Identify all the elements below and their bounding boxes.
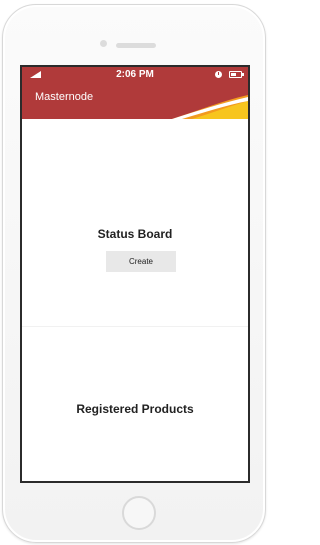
device-stage: 2:06 PM Masternode Status Board Create R… (0, 0, 269, 545)
status-bar: 2:06 PM (22, 67, 248, 83)
camera-icon (100, 40, 107, 47)
home-button[interactable] (122, 496, 156, 530)
battery-icon (229, 71, 244, 78)
app-title: Masternode (35, 91, 94, 103)
registered-products-section: Registered Products (22, 327, 248, 481)
clock-icon (215, 71, 222, 78)
app-header: 2:06 PM Masternode (22, 67, 248, 119)
registered-products-title: Registered Products (76, 402, 194, 416)
create-button[interactable]: Create (106, 251, 176, 272)
app-screen: 2:06 PM Masternode Status Board Create R… (20, 65, 250, 483)
status-board-title: Status Board (97, 227, 173, 241)
status-board-section: Status Board Create (22, 119, 248, 327)
speaker-icon (116, 43, 156, 48)
